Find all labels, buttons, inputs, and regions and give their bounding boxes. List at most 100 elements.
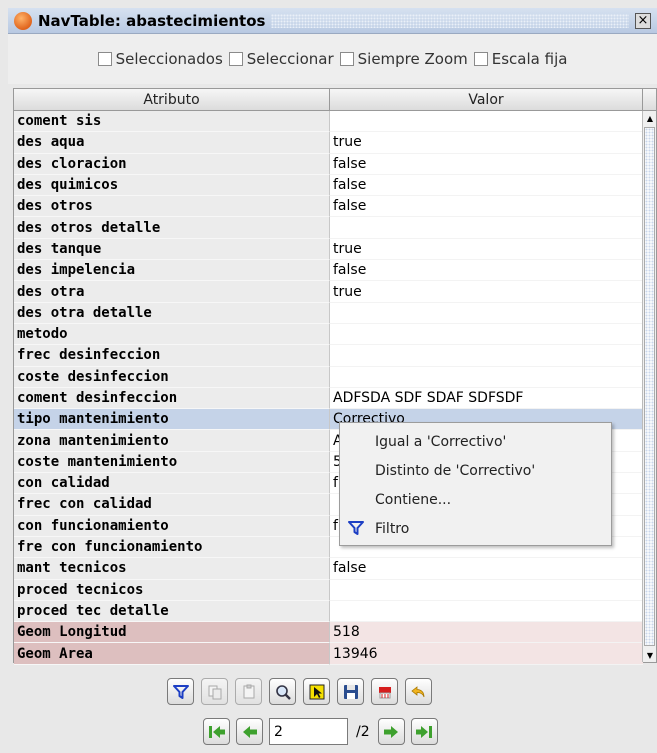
table-row[interactable]: Geom Area 13946: [14, 643, 656, 665]
table-row[interactable]: coste desinfeccion: [14, 366, 656, 388]
attribute-cell: coste desinfeccion: [14, 366, 330, 388]
table-row[interactable]: Geom Longitud 518: [14, 622, 656, 644]
value-cell[interactable]: [330, 367, 643, 388]
option-escala-fija[interactable]: Escala fija: [473, 50, 567, 68]
table-row[interactable]: des cloracion false: [14, 153, 656, 175]
undo-button[interactable]: [405, 678, 432, 705]
delete-button[interactable]: [371, 678, 398, 705]
value-cell[interactable]: [330, 601, 643, 623]
context-menu: Igual a 'Correctivo' Distinto de 'Correc…: [339, 422, 612, 546]
first-record-button[interactable]: [203, 718, 230, 745]
value-cell[interactable]: false: [330, 558, 643, 580]
table-row[interactable]: mant tecnicos false: [14, 558, 656, 580]
app-icon: [14, 11, 32, 30]
table-row[interactable]: des otra detalle: [14, 302, 656, 324]
attribute-cell: des otra: [14, 281, 330, 303]
value-cell[interactable]: [330, 111, 643, 133]
value-cell[interactable]: true: [330, 239, 643, 261]
undo-icon: [410, 685, 424, 697]
filter-button[interactable]: [167, 678, 194, 705]
table-row[interactable]: coment sis: [14, 111, 656, 133]
previous-record-button[interactable]: [236, 718, 263, 745]
value-cell[interactable]: true: [330, 132, 643, 154]
menu-item-distinto[interactable]: Distinto de 'Correctivo': [340, 456, 611, 485]
header-valor[interactable]: Valor: [330, 89, 643, 110]
table-row[interactable]: des otros false: [14, 196, 656, 218]
seleccionar-checkbox[interactable]: [228, 52, 243, 66]
table-row[interactable]: des impelencia false: [14, 260, 656, 282]
paste-button[interactable]: [235, 678, 262, 705]
menu-item-contiene[interactable]: Contiene...: [340, 485, 611, 514]
value-cell[interactable]: false: [330, 260, 643, 282]
table-header: Atributo Valor: [14, 89, 656, 111]
value-cell[interactable]: [330, 580, 643, 601]
value-cell[interactable]: 13946: [330, 643, 643, 665]
seleccionados-checkbox[interactable]: [97, 52, 112, 66]
titlebar-grip: [271, 13, 629, 28]
value-cell[interactable]: false: [330, 154, 643, 175]
attribute-cell: coment desinfeccion: [14, 387, 330, 410]
first-icon: [208, 725, 225, 738]
escala-fija-checkbox[interactable]: [473, 52, 488, 66]
value-cell[interactable]: false: [330, 196, 643, 218]
previous-icon: [242, 725, 257, 738]
table-row[interactable]: frec desinfeccion: [14, 345, 656, 367]
copy-icon: [208, 685, 221, 699]
save-button[interactable]: [337, 678, 364, 705]
next-icon: [384, 725, 399, 738]
attribute-cell: des otros: [14, 196, 330, 218]
attribute-cell: des otra detalle: [14, 302, 330, 324]
value-cell[interactable]: ADFSDA SDF SDAF SDFSDF: [330, 388, 643, 410]
table-row[interactable]: des tanque true: [14, 238, 656, 261]
attribute-cell: mant tecnicos: [14, 558, 330, 580]
window-titlebar[interactable]: NavTable: abastecimientos ×: [8, 8, 657, 34]
value-cell[interactable]: true: [330, 281, 643, 303]
attribute-cell: des impelencia: [14, 260, 330, 282]
close-button[interactable]: ×: [635, 12, 651, 29]
header-atributo[interactable]: Atributo: [14, 89, 330, 110]
option-seleccionados[interactable]: Seleccionados: [97, 50, 223, 68]
value-cell[interactable]: [330, 217, 643, 239]
table-row[interactable]: des aqua true: [14, 132, 656, 154]
scroll-up-icon[interactable]: ▲: [643, 111, 657, 125]
vertical-scrollbar[interactable]: ▲ ▼: [642, 111, 656, 662]
value-cell[interactable]: false: [330, 175, 643, 197]
zoom-button[interactable]: [269, 678, 296, 705]
table-row[interactable]: des quimicos false: [14, 174, 656, 197]
table-row[interactable]: des otros detalle: [14, 217, 656, 239]
attribute-cell: fre con funcionamiento: [14, 536, 330, 559]
menu-item-filtro-label: Filtro: [375, 520, 410, 537]
table-row[interactable]: proced tec detalle: [14, 600, 656, 623]
table-row[interactable]: proced tecnicos: [14, 579, 656, 601]
attribute-cell: proced tec detalle: [14, 600, 330, 623]
value-cell[interactable]: [330, 324, 643, 346]
last-record-button[interactable]: [410, 718, 438, 745]
attribute-cell: des aqua: [14, 132, 330, 154]
page-number-input[interactable]: 2: [269, 718, 348, 745]
menu-item-igual[interactable]: Igual a 'Correctivo': [340, 427, 611, 456]
table-row[interactable]: coment desinfeccion ADFSDA SDF SDAF SDFSD…: [14, 387, 656, 410]
value-cell[interactable]: [330, 345, 643, 367]
scroll-thumb[interactable]: [644, 127, 655, 646]
copy-button[interactable]: [201, 678, 228, 705]
save-icon: [343, 684, 358, 699]
menu-item-filtro[interactable]: Filtro: [340, 514, 611, 543]
select-icon: [309, 684, 324, 699]
table-body: coment sis des aqua true des cloracion false…: [14, 111, 656, 665]
attribute-cell: des cloracion: [14, 153, 330, 175]
siempre-zoom-checkbox[interactable]: [339, 52, 354, 66]
table-row[interactable]: metodo: [14, 323, 656, 346]
attribute-cell: des otros detalle: [14, 217, 330, 239]
table-row[interactable]: des otra true: [14, 281, 656, 303]
value-cell[interactable]: [330, 303, 643, 324]
attribute-cell: des tanque: [14, 238, 330, 261]
attribute-cell: coste mantenimiento: [14, 451, 330, 474]
select-button[interactable]: [303, 678, 330, 705]
option-seleccionar[interactable]: Seleccionar: [228, 50, 334, 68]
page-total: /2: [356, 723, 370, 740]
value-cell[interactable]: 518: [330, 622, 643, 644]
next-record-button[interactable]: [377, 718, 405, 745]
option-siempre-zoom[interactable]: Siempre Zoom: [339, 50, 468, 68]
scroll-down-icon[interactable]: ▼: [643, 648, 657, 662]
attribute-cell: des quimicos: [14, 174, 330, 197]
